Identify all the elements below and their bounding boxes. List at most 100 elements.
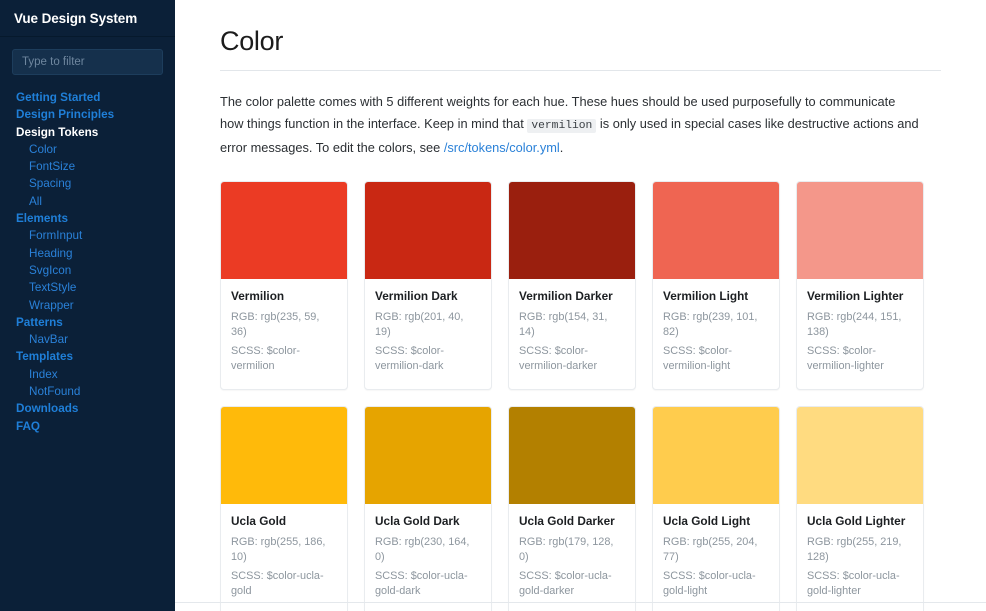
color-card[interactable]: Vermilion RGB: rgb(235, 59, 36) SCSS: $col… (220, 180, 348, 390)
title-divider (220, 70, 941, 71)
scss-label: SCSS: (375, 344, 411, 357)
color-rgb-value: RGB: rgb(235, 59, 36) (231, 310, 337, 341)
color-swatch (653, 406, 779, 504)
color-card[interactable]: Vermilion Darker RGB: rgb(154, 31, 14) SCS… (508, 180, 636, 390)
sidebar-item-navbar[interactable]: NavBar (0, 331, 175, 348)
color-swatch (221, 406, 347, 504)
color-card[interactable]: Vermilion Dark RGB: rgb(201, 40, 19) SCSS:… (364, 180, 492, 390)
scss-label: SCSS: (231, 344, 267, 357)
color-rgb-value: RGB: rgb(154, 31, 14) (519, 310, 625, 341)
color-swatch (797, 406, 923, 504)
scss-label: SCSS: (663, 344, 699, 357)
color-name: Vermilion (231, 288, 285, 303)
sidebar-item-downloads[interactable]: Downloads (0, 400, 175, 417)
sidebar-item-design-tokens[interactable]: Design Tokens (0, 124, 175, 141)
color-card[interactable]: Vermilion Lighter RGB: rgb(244, 151, 138)… (796, 180, 924, 390)
rgb-label: RGB: (663, 310, 693, 323)
sidebar-item-faq[interactable]: FAQ (0, 418, 175, 435)
rgb-label: RGB: (519, 310, 549, 323)
color-card-body: Vermilion RGB: rgb(235, 59, 36) SCSS: $col… (221, 279, 347, 389)
scss-label: SCSS: (663, 569, 699, 582)
color-scss-value: SCSS: $color-vermilion-lighter (807, 344, 913, 375)
color-name: Vermilion Lighter (807, 288, 904, 303)
scss-label: SCSS: (231, 569, 267, 582)
sidebar-nav: Getting Started Design Principles Design T… (0, 83, 175, 435)
color-card[interactable]: Vermilion Light RGB: rgb(239, 101, 82) SCS… (652, 180, 780, 390)
content-wrapper: Color The color palette comes with 5 dif… (175, 0, 986, 611)
color-scss-value: SCSS: $color-vermilion (231, 344, 337, 375)
color-card-body: Vermilion Dark RGB: rgb(201, 40, 19) SCSS:… (365, 279, 491, 389)
rgb-label: RGB: (231, 310, 261, 323)
app-root: Vue Design System Getting StartedDesign … (0, 0, 986, 611)
color-swatch (365, 181, 491, 279)
color-card[interactable]: Ucla Gold Darker RGB: rgb(179, 128, 0) SCS… (508, 405, 636, 611)
main-content: Color The color palette comes with 5 dif… (175, 0, 986, 611)
sidebar-item-templates[interactable]: Templates (0, 348, 175, 365)
color-rgb-value: RGB: rgb(201, 40, 19) (375, 310, 481, 341)
sidebar-item-getting-started[interactable]: Getting Started (0, 89, 175, 106)
color-scss-value: SCSS: $color-vermilion-light (663, 344, 769, 375)
color-name: Ucla Gold Dark (375, 513, 460, 528)
sidebar-item-all[interactable]: All (0, 193, 175, 210)
scss-label: SCSS: (807, 569, 843, 582)
rgb-label: RGB: (663, 535, 693, 548)
color-card[interactable]: Ucla Gold Light RGB: rgb(255, 204, 77) SCS… (652, 405, 780, 611)
color-swatch (509, 181, 635, 279)
color-swatch (221, 181, 347, 279)
sidebar-item-index[interactable]: Index (0, 366, 175, 383)
rgb-label: RGB: (519, 535, 549, 548)
scss-label: SCSS: (519, 344, 555, 357)
intro-text-3: . (559, 140, 564, 155)
color-scss-value: SCSS: $color-vermilion-darker (519, 344, 625, 375)
intro-paragraph: The color palette comes with 5 different… (220, 91, 920, 159)
sidebar-item-spacing[interactable]: Spacing (0, 175, 175, 192)
color-yml-link[interactable]: /src/tokens/color.yml (444, 140, 560, 155)
color-scss-value: SCSS: $color-ucla-gold-darker (519, 569, 625, 600)
color-name: Ucla Gold Lighter (807, 513, 906, 528)
sidebar-item-wrapper[interactable]: Wrapper (0, 297, 175, 314)
app-title: Vue Design System (14, 10, 138, 26)
sidebar-item-fontsize[interactable]: FontSize (0, 158, 175, 175)
scss-label: SCSS: (375, 569, 411, 582)
sidebar-item-textstyle[interactable]: TextStyle (0, 279, 175, 296)
color-rgb-value: RGB: rgb(179, 128, 0) (519, 535, 625, 566)
color-card[interactable]: Ucla Gold Dark RGB: rgb(230, 164, 0) SCSS:… (364, 405, 492, 611)
sidebar-item-svgicon[interactable]: SvgIcon (0, 262, 175, 279)
sidebar-item-design-principles[interactable]: Design Principles (0, 106, 175, 123)
sidebar-item-forminput[interactable]: FormInput (0, 227, 175, 244)
sidebar-header: Vue Design System (0, 0, 175, 37)
rgb-label: RGB: (375, 310, 405, 323)
color-name: Vermilion Darker (519, 288, 613, 303)
color-rgb-value: RGB: rgb(255, 219, 128) (807, 535, 913, 566)
color-swatch (365, 406, 491, 504)
rgb-label: RGB: (375, 535, 405, 548)
scss-label: SCSS: (519, 569, 555, 582)
sidebar-item-notfound[interactable]: NotFound (0, 383, 175, 400)
scss-label: SCSS: (807, 344, 843, 357)
color-card[interactable]: Ucla Gold RGB: rgb(255, 186, 10) SCSS: $co… (220, 405, 348, 611)
color-scss-value: SCSS: $color-vermilion-dark (375, 344, 481, 375)
color-name: Ucla Gold (231, 513, 287, 528)
sidebar-item-elements[interactable]: Elements (0, 210, 175, 227)
rgb-label: RGB: (231, 535, 261, 548)
sidebar: Vue Design System Getting StartedDesign … (0, 0, 175, 611)
bottom-divider (175, 602, 986, 603)
sidebar-item-patterns[interactable]: Patterns (0, 314, 175, 331)
sidebar-item-heading[interactable]: Heading (0, 245, 175, 262)
color-card-body: Vermilion Lighter RGB: rgb(244, 151, 138)… (797, 279, 923, 389)
search-input[interactable] (12, 49, 163, 75)
sidebar-item-color[interactable]: Color (0, 141, 175, 158)
color-scss-value: SCSS: $color-ucla-gold-lighter (807, 569, 913, 600)
color-card-body: Ucla Gold Light RGB: rgb(255, 204, 77) SCS… (653, 504, 779, 611)
color-swatch (797, 181, 923, 279)
color-card-body: Ucla Gold Dark RGB: rgb(230, 164, 0) SCSS:… (365, 504, 491, 611)
color-scss-value: SCSS: $color-ucla-gold (231, 569, 337, 600)
color-rgb-value: RGB: rgb(230, 164, 0) (375, 535, 481, 566)
color-rgb-value: RGB: rgb(244, 151, 138) (807, 310, 913, 341)
color-card[interactable]: Ucla Gold Lighter RGB: rgb(255, 219, 128)… (796, 405, 924, 611)
color-card-grid: Vermilion RGB: rgb(235, 59, 36) SCSS: $col… (220, 180, 941, 611)
color-swatch (653, 181, 779, 279)
color-rgb-value: RGB: rgb(255, 204, 77) (663, 535, 769, 566)
inline-code-vermilion: vermilion (527, 118, 597, 133)
color-swatch (509, 406, 635, 504)
